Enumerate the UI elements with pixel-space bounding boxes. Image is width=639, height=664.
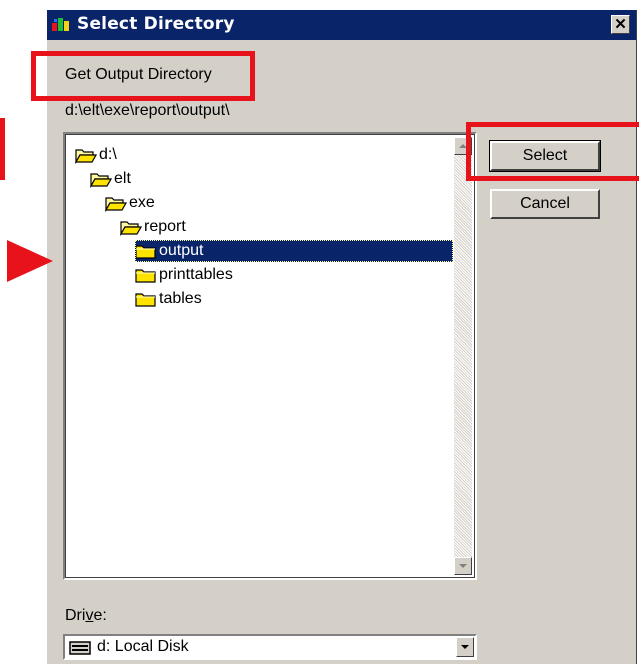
current-path: d:\elt\exe\report\output\ <box>65 102 230 119</box>
folder-icon <box>135 242 159 260</box>
chevron-down-icon <box>461 645 469 649</box>
dropdown-button[interactable] <box>456 637 474 657</box>
tree-item-exe[interactable]: exe <box>105 192 155 214</box>
tree-item-label: elt <box>114 170 131 187</box>
select-highlight-box <box>466 122 639 181</box>
tree-item-label: report <box>144 218 186 235</box>
open-folder-icon <box>90 170 114 188</box>
open-folder-icon <box>120 218 144 236</box>
scroll-down-button[interactable] <box>454 557 472 575</box>
open-folder-icon <box>105 194 129 212</box>
pointer-arrow-icon <box>7 240 53 282</box>
tree-item-printtables[interactable]: printtables <box>135 264 233 286</box>
directory-tree[interactable]: d:\ elt exe report output printtables tables <box>63 132 477 580</box>
tree-item-label: tables <box>159 290 202 307</box>
select-directory-dialog: Select Directory ✕ Get Output Directory … <box>46 10 637 664</box>
tree-item-report[interactable]: report <box>120 216 186 238</box>
tree-item-label: output <box>159 242 204 259</box>
cancel-button[interactable]: Cancel <box>490 189 600 219</box>
tree-item-elt[interactable]: elt <box>90 168 131 190</box>
heading-highlight-box <box>31 51 255 101</box>
tree-item-tables[interactable]: tables <box>135 288 202 310</box>
open-folder-icon <box>75 146 99 164</box>
title-bar[interactable]: Select Directory ✕ <box>47 10 636 40</box>
folder-icon <box>135 290 159 308</box>
tree-item-label: d:\ <box>99 146 117 163</box>
close-icon: ✕ <box>614 16 627 33</box>
hard-drive-icon <box>69 641 91 655</box>
drive-select[interactable]: d: Local Disk <box>63 634 477 660</box>
tree-item-output[interactable]: output <box>135 240 453 262</box>
app-icon <box>52 18 69 31</box>
vertical-scrollbar[interactable] <box>454 137 472 575</box>
drive-value: d: Local Disk <box>97 638 189 655</box>
window-title: Select Directory <box>77 14 235 34</box>
tree-item-label: exe <box>129 194 155 211</box>
tree-item-d[interactable]: d:\ <box>75 144 117 166</box>
left-edge-marker <box>0 118 5 180</box>
tree-item-label: printtables <box>159 266 233 283</box>
folder-icon <box>135 266 159 284</box>
arrow-down-icon <box>459 564 467 568</box>
drive-label: Drive: <box>65 607 107 624</box>
close-button[interactable]: ✕ <box>611 15 630 34</box>
